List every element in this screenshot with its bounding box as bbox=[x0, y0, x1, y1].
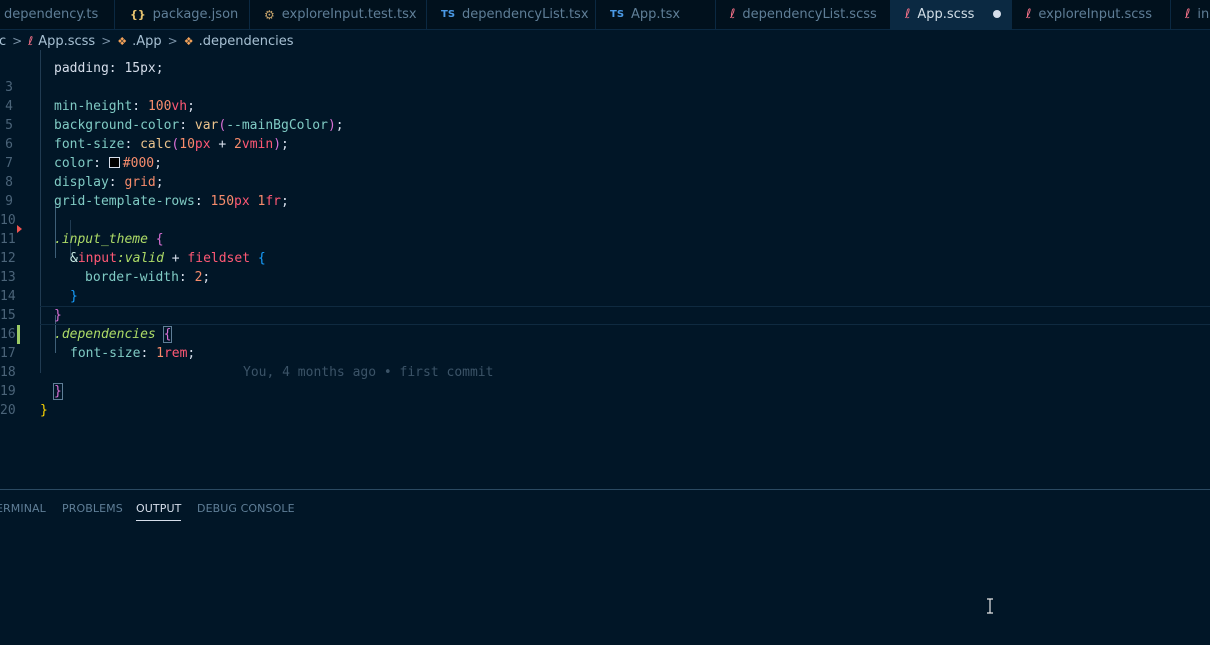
code-line: 11 &input:valid + fieldset { bbox=[0, 232, 266, 266]
bottom-panel: ERMINAL PROBLEMS OUTPUT DEBUG CONSOLE bbox=[0, 489, 1210, 645]
code-line-current: 16 font-size: 1rem; You, 4 months ago • … bbox=[0, 327, 494, 380]
tab-label: dependencyList.scss bbox=[742, 7, 877, 22]
tab-label: in bbox=[1197, 7, 1210, 22]
tab-dependencylist-tsx[interactable]: TS dependencyList.tsx bbox=[427, 0, 596, 29]
tab-exploreinput-test-tsx[interactable]: ⚙ exploreInput.test.tsx bbox=[250, 0, 427, 29]
line-number: 20 bbox=[0, 403, 16, 418]
tab-problems[interactable]: PROBLEMS bbox=[62, 502, 123, 515]
code-editor[interactable]: padding: 15px; 3 min-height: 100vh; 4 ba… bbox=[0, 50, 1210, 488]
tab-debug-console[interactable]: DEBUG CONSOLE bbox=[197, 502, 295, 515]
code-line: 9 bbox=[0, 173, 1210, 209]
unsaved-dot-icon[interactable] bbox=[993, 10, 1001, 18]
code-line: 14 } bbox=[0, 289, 62, 323]
code-line: 18 } bbox=[0, 344, 1210, 400]
code-line: 10 .input_theme { bbox=[0, 213, 164, 247]
tab-label: dependencyList.tsx bbox=[462, 7, 589, 22]
code-line: 13 } bbox=[0, 270, 78, 304]
tab-output[interactable]: OUTPUT bbox=[136, 502, 182, 521]
tab-app-tsx[interactable]: TS App.tsx bbox=[596, 0, 716, 29]
tab-exploreinput-scss[interactable]: ℓ exploreInput.scss bbox=[1012, 0, 1171, 29]
code-line: 19 } bbox=[0, 384, 48, 418]
tab-overflow[interactable]: ℓ in bbox=[1171, 0, 1210, 29]
tab-label: package.json bbox=[152, 7, 239, 22]
tab-label: exploreInput.scss bbox=[1038, 7, 1152, 22]
sass-icon: ℓ bbox=[905, 7, 911, 22]
code-line: 15 .dependencies { bbox=[0, 287, 1210, 343]
tab-label: App.scss bbox=[917, 7, 975, 22]
tab-label: App.tsx bbox=[631, 7, 681, 22]
code-line: 4 background-color: var(--mainBgColor); bbox=[0, 78, 1210, 133]
tab-dependency-ts[interactable]: dependency.ts bbox=[0, 0, 115, 29]
typescript-icon: TS bbox=[610, 9, 625, 20]
code-line: 17 bbox=[0, 325, 1210, 361]
code-line: 5 font-size: calc(10px + 2vmin); bbox=[0, 97, 1210, 152]
output-area[interactable] bbox=[0, 524, 1210, 644]
typescript-icon: TS bbox=[441, 9, 456, 20]
code-line: 6 color: #000; bbox=[0, 116, 1210, 171]
code-line: 20 bbox=[0, 382, 1210, 418]
code-line: 7 display: grid; bbox=[0, 135, 1210, 190]
sass-icon: ℓ bbox=[1026, 7, 1032, 22]
sass-icon: ℓ bbox=[1185, 7, 1191, 22]
code-line: 8 grid-template-rows: 150px 1fr; bbox=[0, 154, 1210, 209]
code-line-partial: padding: 15px; bbox=[0, 40, 1210, 76]
tab-label: dependency.ts bbox=[4, 7, 99, 22]
test-icon: ⚙ bbox=[264, 7, 275, 22]
text-cursor-icon bbox=[987, 598, 993, 614]
sass-icon: ℓ bbox=[730, 7, 736, 22]
tab-app-scss[interactable]: ℓ App.scss bbox=[891, 0, 1012, 29]
tab-package-json[interactable]: {} package.json bbox=[115, 0, 250, 29]
code-line: 3 min-height: 100vh; bbox=[0, 59, 1210, 114]
tab-label: exploreInput.test.tsx bbox=[281, 7, 417, 22]
tab-terminal[interactable]: ERMINAL bbox=[0, 502, 46, 515]
editor-tab-bar: dependency.ts {} package.json ⚙ exploreI… bbox=[0, 0, 1210, 30]
code-line: 12 border-width: 2; bbox=[0, 251, 211, 285]
tab-dependencylist-scss[interactable]: ℓ dependencyList.scss bbox=[716, 0, 891, 29]
json-icon: {} bbox=[130, 8, 146, 21]
